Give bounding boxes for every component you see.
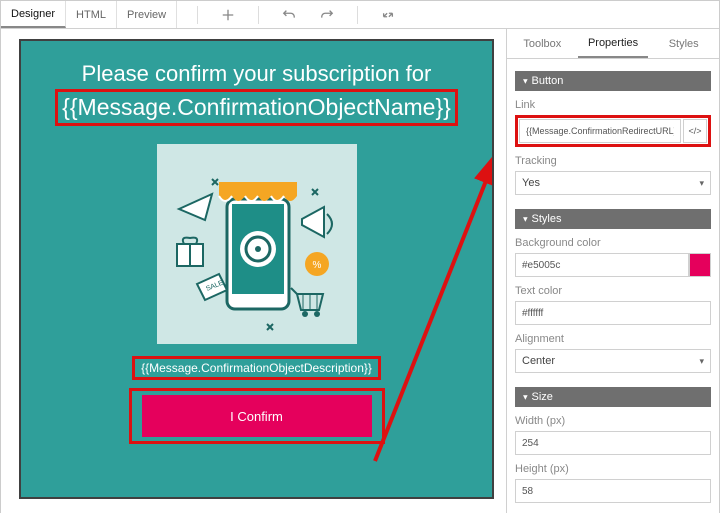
add-icon[interactable] bbox=[220, 7, 236, 23]
alignment-select[interactable]: Center bbox=[515, 349, 711, 373]
object-name-token[interactable]: {{Message.ConfirmationObjectName}} bbox=[58, 92, 455, 123]
section-button[interactable]: Button bbox=[515, 71, 711, 91]
textcolor-input[interactable] bbox=[515, 301, 711, 325]
tab-styles[interactable]: Styles bbox=[648, 29, 719, 58]
label-link: Link bbox=[515, 99, 711, 111]
bgcolor-input[interactable] bbox=[515, 253, 689, 277]
width-input[interactable] bbox=[515, 431, 711, 455]
label-bgcolor: Background color bbox=[515, 237, 711, 249]
top-actions bbox=[197, 6, 396, 24]
section-size[interactable]: Size bbox=[515, 387, 711, 407]
label-alignment: Alignment bbox=[515, 333, 711, 345]
description-token[interactable]: {{Message.ConfirmationObjectDescription}… bbox=[135, 359, 378, 377]
collapse-icon[interactable] bbox=[380, 7, 396, 23]
tracking-select[interactable]: Yes bbox=[515, 171, 711, 195]
tab-preview[interactable]: Preview bbox=[117, 1, 177, 28]
tab-designer[interactable]: Designer bbox=[1, 1, 66, 28]
top-tabs: Designer HTML Preview bbox=[1, 1, 177, 28]
separator bbox=[357, 6, 358, 24]
code-icon[interactable]: </> bbox=[683, 119, 707, 143]
link-input[interactable] bbox=[519, 119, 681, 143]
highlight-box-confirm: I Confirm bbox=[129, 388, 385, 444]
label-textcolor: Text color bbox=[515, 285, 711, 297]
title-text[interactable]: Please confirm your subscription for bbox=[21, 61, 492, 87]
hero-illustration: SALE % bbox=[157, 144, 357, 349]
main-area: Please confirm your subscription for {{M… bbox=[1, 29, 719, 513]
tab-toolbox[interactable]: Toolbox bbox=[507, 29, 578, 58]
highlight-box-description: {{Message.ConfirmationObjectDescription}… bbox=[132, 356, 381, 380]
separator bbox=[197, 6, 198, 24]
tab-html[interactable]: HTML bbox=[66, 1, 117, 28]
email-canvas[interactable]: Please confirm your subscription for {{M… bbox=[19, 39, 494, 499]
confirm-button[interactable]: I Confirm bbox=[142, 395, 372, 437]
highlight-box-objectname: {{Message.ConfirmationObjectName}} bbox=[55, 89, 458, 126]
redo-icon[interactable] bbox=[319, 7, 335, 23]
tab-properties[interactable]: Properties bbox=[578, 29, 649, 58]
canvas-wrap: Please confirm your subscription for {{M… bbox=[1, 29, 506, 513]
label-height: Height (px) bbox=[515, 463, 711, 475]
height-input[interactable] bbox=[515, 479, 711, 503]
section-styles[interactable]: Styles bbox=[515, 209, 711, 229]
properties-panel: Toolbox Properties Styles Button Link </… bbox=[506, 29, 719, 513]
separator bbox=[258, 6, 259, 24]
label-width: Width (px) bbox=[515, 415, 711, 427]
panel-tabs: Toolbox Properties Styles bbox=[507, 29, 719, 59]
label-tracking: Tracking bbox=[515, 155, 711, 167]
bgcolor-swatch[interactable] bbox=[689, 253, 711, 277]
highlight-box-link: </> bbox=[515, 115, 711, 147]
hero-image[interactable]: SALE % bbox=[157, 144, 357, 344]
undo-icon[interactable] bbox=[281, 7, 297, 23]
panel-body: Button Link </> Tracking Yes Styles Back… bbox=[507, 59, 719, 509]
svg-text:%: % bbox=[312, 260, 321, 271]
top-bar: Designer HTML Preview bbox=[1, 1, 719, 29]
